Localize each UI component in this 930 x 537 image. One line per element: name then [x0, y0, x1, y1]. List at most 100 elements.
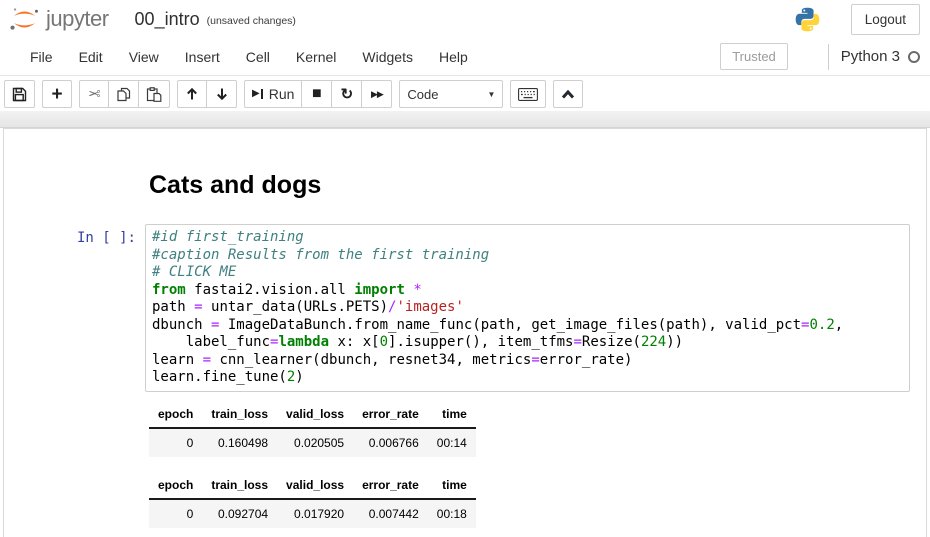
save-button[interactable]	[4, 80, 35, 108]
menu-item-edit[interactable]: Edit	[66, 39, 116, 75]
fast-forward-icon: ▶▶	[371, 90, 383, 99]
arrow-down-icon	[215, 87, 229, 101]
table-cell: 00:14	[428, 428, 476, 457]
save-icon	[12, 87, 27, 102]
table-cell: 0.092704	[202, 499, 277, 528]
trusted-badge[interactable]: Trusted	[720, 43, 788, 70]
separator	[828, 44, 829, 70]
column-header: error_rate	[353, 403, 428, 428]
jupyter-wordmark: jupyter	[46, 8, 109, 33]
scroll-up-button[interactable]	[553, 80, 583, 108]
table-cell: 00:18	[428, 528, 476, 537]
menu-item-widgets[interactable]: Widgets	[349, 39, 426, 75]
notebook-title[interactable]: 00_intro	[135, 9, 200, 30]
table-cell: 0	[149, 499, 202, 528]
jupyter-logo-icon	[8, 6, 41, 33]
table-cell: 00:18	[428, 499, 476, 528]
menubar: FileEditViewInsertCellKernelWidgetsHelp …	[0, 38, 930, 76]
chevron-up-icon	[561, 89, 575, 100]
stop-icon: ■	[312, 86, 322, 102]
menu-item-file[interactable]: File	[17, 39, 66, 75]
move-cell-up-button[interactable]	[177, 80, 207, 108]
plus-icon: +	[51, 85, 62, 104]
column-header: error_rate	[353, 474, 428, 499]
code-input-area[interactable]: #id first_training#caption Results from …	[145, 224, 910, 392]
notebook-container: Cats and dogs In [ ]: #id first_training…	[3, 128, 927, 537]
run-button[interactable]: ▶ Run	[244, 80, 302, 108]
menu-item-help[interactable]: Help	[426, 39, 481, 75]
cell-type-dropdown[interactable]: Code ▼	[399, 80, 503, 108]
keyboard-icon	[518, 88, 538, 101]
kernel-idle-icon	[908, 51, 920, 63]
code-line: path = untar_data(URLs.PETS)/'images'	[152, 299, 903, 317]
menu-item-view[interactable]: View	[116, 39, 172, 75]
code-line: label_func=lambda x: x[0].isupper(), ite…	[152, 334, 903, 352]
column-header: time	[428, 403, 476, 428]
menubar-items: FileEditViewInsertCellKernelWidgetsHelp	[17, 39, 481, 75]
table-cell: 0.160498	[202, 428, 277, 457]
toolbar: + ✂	[0, 76, 930, 111]
restart-kernel-button[interactable]: ↻	[332, 80, 362, 108]
arrow-up-icon	[185, 87, 199, 101]
input-prompt: In [ ]:	[4, 224, 145, 246]
column-header: epoch	[149, 403, 202, 428]
column-header: valid_loss	[277, 474, 353, 499]
caret-down-icon: ▼	[487, 90, 495, 99]
table-cell: 0.007442	[353, 499, 428, 528]
copy-icon	[116, 87, 131, 102]
run-label: Run	[269, 86, 295, 102]
table-cell: 0.005413	[353, 528, 428, 537]
code-line: learn.fine_tune(2)	[152, 369, 903, 387]
table-cell: 0.027785	[202, 528, 277, 537]
table-row: 10.0277850.0124490.00541300:18	[149, 528, 476, 537]
copy-cell-button[interactable]	[109, 80, 139, 108]
column-header: time	[428, 474, 476, 499]
run-icon: ▶	[252, 89, 263, 99]
markdown-cell[interactable]: Cats and dogs	[4, 171, 926, 200]
table-cell: 0.020505	[277, 428, 353, 457]
restart-run-all-button[interactable]: ▶▶	[362, 80, 392, 108]
menu-item-kernel[interactable]: Kernel	[283, 39, 349, 75]
kernel-name: Python 3	[841, 48, 900, 65]
command-palette-button[interactable]	[510, 80, 546, 108]
column-header: train_loss	[202, 403, 277, 428]
jupyter-logo[interactable]: jupyter	[8, 6, 109, 33]
column-header: train_loss	[202, 474, 277, 499]
output-area: epochtrain_lossvalid_losserror_ratetime0…	[149, 403, 926, 537]
menu-item-cell[interactable]: Cell	[233, 39, 283, 75]
python-logo-icon	[794, 6, 821, 33]
scissors-icon: ✂	[88, 85, 101, 103]
logout-button[interactable]: Logout	[851, 4, 920, 35]
code-line: # CLICK ME	[152, 264, 903, 282]
table-row: 00.1604980.0205050.00676600:14	[149, 428, 476, 457]
notebook-heading: Cats and dogs	[149, 171, 926, 200]
column-header: valid_loss	[277, 403, 353, 428]
table-cell: 0.006766	[353, 428, 428, 457]
paste-icon	[146, 87, 162, 102]
paste-cell-button[interactable]	[139, 80, 170, 108]
add-cell-button[interactable]: +	[42, 80, 72, 108]
restart-icon: ↻	[341, 87, 354, 102]
table-cell: 0	[149, 428, 202, 457]
table-cell: 1	[149, 528, 202, 537]
column-header: epoch	[149, 474, 202, 499]
page-background-band	[0, 111, 930, 128]
header: jupyter 00_intro (unsaved changes) Logou…	[0, 0, 930, 38]
cut-cell-button[interactable]: ✂	[79, 80, 109, 108]
table-cell: 0.012449	[277, 528, 353, 537]
fine-tune-results-table: epochtrain_lossvalid_losserror_ratetime0…	[149, 474, 476, 537]
cell-type-value: Code	[407, 87, 438, 102]
interrupt-kernel-button[interactable]: ■	[302, 80, 332, 108]
table-cell: 0.017920	[277, 499, 353, 528]
code-line: dbunch = ImageDataBunch.from_name_func(p…	[152, 317, 903, 335]
training-results-table: epochtrain_lossvalid_losserror_ratetime0…	[149, 403, 476, 457]
code-cell[interactable]: In [ ]: #id first_training#caption Resul…	[4, 224, 926, 392]
code-line: learn = cnn_learner(dbunch, resnet34, me…	[152, 352, 903, 370]
menu-item-insert[interactable]: Insert	[172, 39, 233, 75]
move-cell-down-button[interactable]	[207, 80, 237, 108]
checkpoint-status: (unsaved changes)	[207, 11, 296, 27]
table-row: 00.0927040.0179200.00744200:18	[149, 499, 476, 528]
code-line: #id first_training	[152, 229, 903, 247]
code-line: #caption Results from the first training	[152, 247, 903, 265]
code-line: from fastai2.vision.all import *	[152, 282, 903, 300]
